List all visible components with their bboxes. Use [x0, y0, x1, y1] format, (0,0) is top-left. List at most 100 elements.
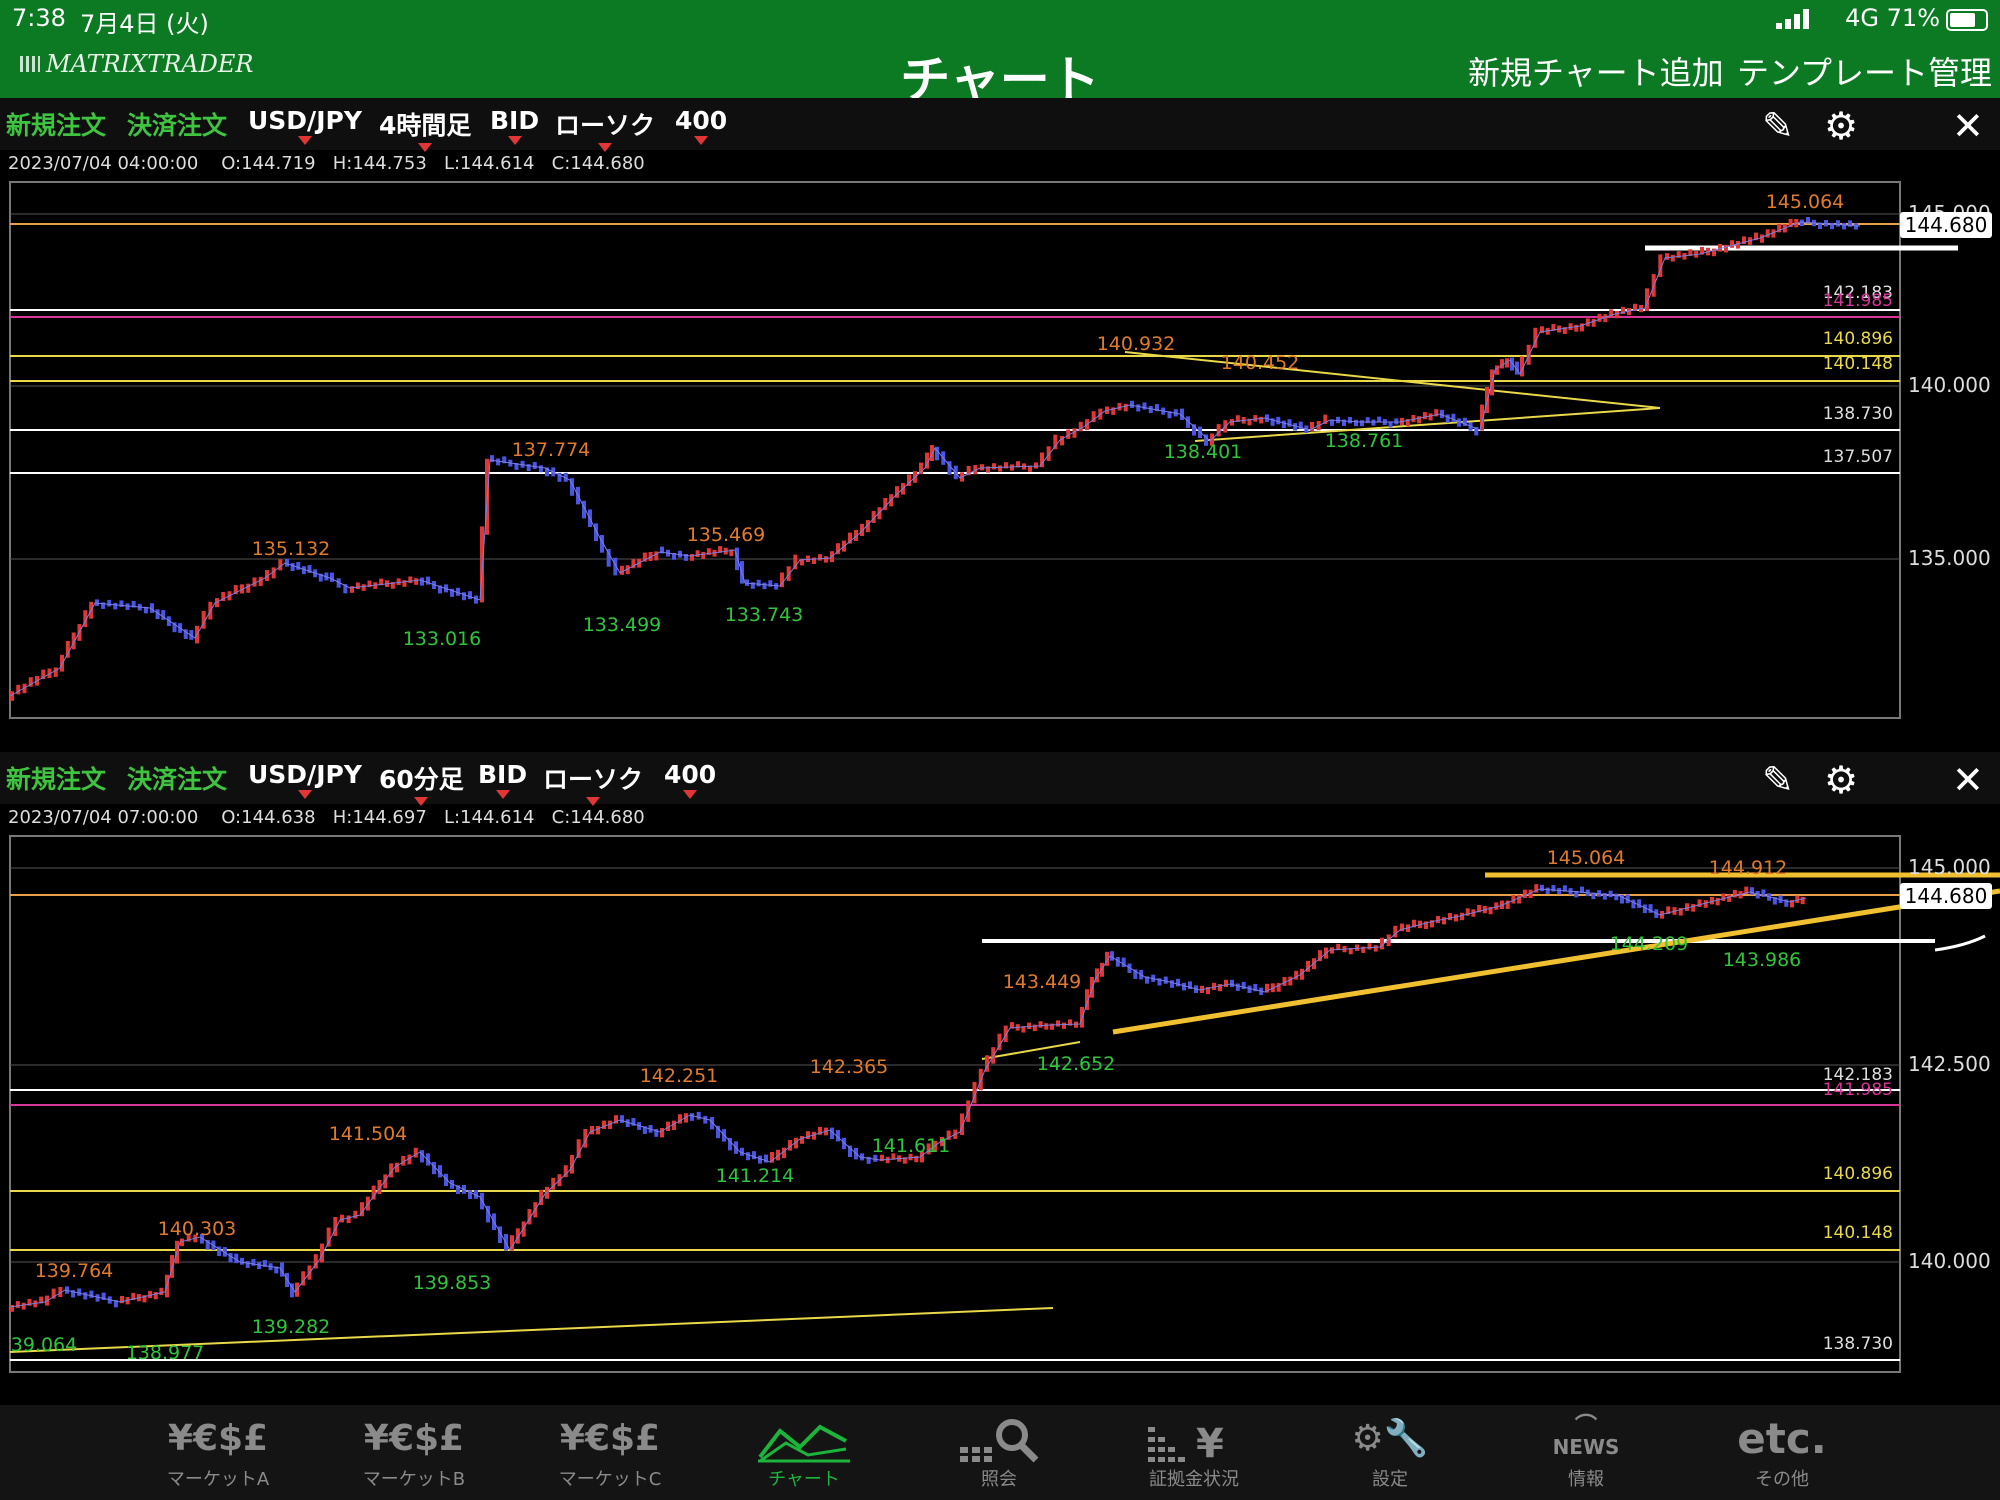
candle	[746, 1152, 750, 1161]
battery-percent: 71%	[1886, 4, 1940, 32]
candle	[346, 1215, 351, 1224]
chart2-open: O:144.638	[221, 807, 316, 828]
tab-settings[interactable]: ⚙🔧 設定	[1310, 1417, 1470, 1491]
chart1-price-type-select[interactable]: BID	[490, 106, 539, 145]
chart2-pencil-icon[interactable]: ✎	[1762, 758, 1794, 802]
chart1-chart-type-select[interactable]: ローソク	[555, 106, 655, 152]
chart1-timeframe-select[interactable]: 4時間足	[379, 106, 471, 152]
candle	[1044, 1023, 1049, 1030]
candle	[496, 458, 501, 466]
tab-margin-status[interactable]: ¥ 証拠金状況	[1114, 1417, 1274, 1491]
candle	[1568, 323, 1573, 331]
candle	[1355, 944, 1359, 951]
template-manage-button[interactable]: テンプレート管理	[1737, 48, 1992, 94]
chart1-count-select[interactable]: 400	[675, 106, 727, 145]
chart1-plot[interactable]: 145.000 140.000 135.000 144.680 142.183 …	[0, 178, 2000, 728]
tab-inquiry[interactable]: 照会	[919, 1417, 1079, 1491]
chart1-settle-order-button[interactable]: 決済注文	[127, 106, 227, 142]
chart2-settle-order-button[interactable]: 決済注文	[127, 760, 227, 796]
candle	[818, 554, 822, 561]
chart2-plot[interactable]: 145.000 142.500 140.000 144.680 142.183 …	[0, 832, 2000, 1382]
tab-news[interactable]: ⌒ NEWS 情報	[1506, 1414, 1666, 1491]
chart2-new-order-button[interactable]: 新規注文	[6, 760, 106, 796]
chart1-trough-label: 138.401	[1164, 441, 1243, 463]
chart2-trough-label: 141.611	[872, 1135, 951, 1157]
tab-market-a[interactable]: ¥€$£ マーケットA	[138, 1417, 298, 1491]
chart1-peak-label: 140.452	[1221, 352, 1300, 374]
chart2-peak-label: 145.064	[1547, 847, 1626, 869]
currency-icon: ¥€$£	[363, 1418, 465, 1459]
chart2-timeframe-select[interactable]: 60分足	[379, 760, 464, 806]
chart2-gear-icon[interactable]: ⚙	[1824, 758, 1858, 802]
bottom-tab-bar: ¥€$£ マーケットA ¥€$£ マーケットB ¥€$£ マーケットC チャート…	[0, 1405, 2000, 1500]
candle	[660, 1128, 664, 1138]
chart1-gear-icon[interactable]: ⚙	[1824, 104, 1858, 148]
candle	[107, 599, 112, 607]
candle	[1224, 979, 1228, 987]
chart2-peak-label: 142.365	[810, 1056, 889, 1078]
chart2-close-icon[interactable]: ✕	[1952, 758, 1984, 802]
candle	[1148, 405, 1153, 414]
add-chart-button[interactable]: 新規チャート追加	[1468, 48, 1724, 94]
candle	[1287, 419, 1292, 427]
candle	[1038, 1021, 1043, 1028]
tab-other[interactable]: etc. その他	[1702, 1417, 1862, 1491]
candle	[125, 603, 130, 610]
yen-glyph: ¥	[1196, 1421, 1224, 1463]
wifi-arc-icon: ⌒	[1574, 1414, 1597, 1439]
candle	[361, 584, 366, 591]
tab-market-c[interactable]: ¥€$£ マーケットC	[530, 1417, 690, 1491]
candle	[77, 1288, 82, 1296]
chart1-close-icon[interactable]: ✕	[1952, 104, 1984, 148]
candle	[10, 1304, 14, 1312]
chart2-count-select[interactable]: 400	[664, 760, 716, 799]
tab-label: その他	[1755, 1469, 1809, 1490]
chart2-price-type-select[interactable]: BID	[478, 760, 527, 799]
candle	[1724, 244, 1728, 253]
chart-icon	[724, 1417, 884, 1463]
candle	[1637, 899, 1642, 909]
candle	[1614, 893, 1619, 901]
candle	[1123, 403, 1128, 412]
chart1-pencil-icon[interactable]: ✎	[1762, 104, 1794, 148]
candle	[1034, 462, 1038, 469]
battery-icon	[1946, 9, 1988, 31]
news-icon: ⌒ NEWS	[1506, 1414, 1666, 1463]
tab-label: マーケットA	[166, 1469, 270, 1490]
candle	[408, 576, 413, 584]
tab-label: 証拠金状況	[1149, 1469, 1239, 1490]
candle	[414, 578, 419, 585]
status-date: 7月4日 (火)	[80, 10, 209, 38]
candle	[806, 555, 810, 562]
chart2-trough-label: 139.282	[252, 1316, 331, 1338]
tab-label: 照会	[981, 1469, 1017, 1490]
tab-label: チャート	[768, 1469, 840, 1490]
candle	[1842, 223, 1846, 230]
chart1-trough-label: 133.499	[583, 614, 662, 636]
candle	[1800, 896, 1805, 905]
candle	[1212, 982, 1216, 990]
chart2-trough-label: 143.986	[1723, 949, 1802, 971]
chart2-trough-label: 144.209	[1610, 933, 1689, 955]
chart2-close: C:144.680	[551, 807, 645, 828]
chart2-pair-select[interactable]: USD/JPY	[248, 760, 362, 799]
status-time: 7:38	[12, 4, 66, 32]
candle	[1371, 419, 1376, 426]
candle	[1697, 899, 1702, 908]
candle	[1765, 229, 1770, 238]
chart2-axis-label: 145.000	[1908, 855, 1991, 879]
chart1-new-order-button[interactable]: 新規注文	[6, 106, 106, 142]
candle	[596, 1126, 600, 1135]
tab-market-b[interactable]: ¥€$£ マーケットB	[334, 1417, 494, 1491]
chart1-peak-label: 137.774	[512, 439, 591, 461]
chart2-peak-label: 142.251	[640, 1065, 719, 1087]
news-icon-text: NEWS	[1552, 1435, 1620, 1459]
tab-chart[interactable]: チャート	[724, 1417, 884, 1491]
chart2-chart-type-select[interactable]: ローソク	[543, 760, 643, 806]
chart2-level-label: 138.730	[1823, 1334, 1893, 1354]
candle	[340, 1214, 344, 1223]
candle	[251, 1258, 256, 1266]
chart1-pair-select[interactable]: USD/JPY	[248, 106, 362, 145]
tab-label: マーケットB	[362, 1469, 466, 1490]
chart2-axis-label: 142.500	[1908, 1052, 1991, 1076]
